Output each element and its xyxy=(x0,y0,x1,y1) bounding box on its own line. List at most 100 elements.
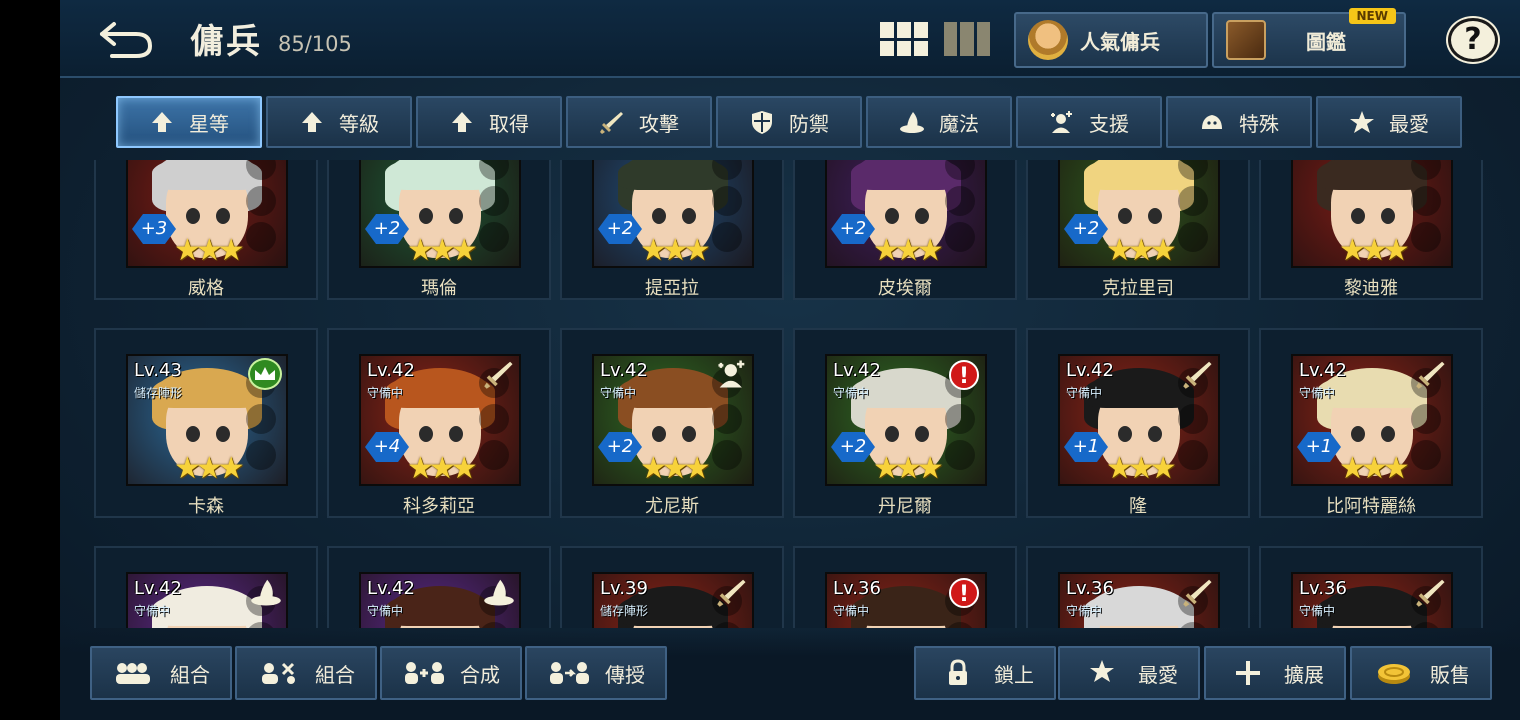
level-label: Lv.42 xyxy=(833,360,881,381)
mercenary-card[interactable]: Lv.43 儲存陣形 ★★★ 卡森 xyxy=(94,328,318,518)
sort-tab-3[interactable]: 攻擊 xyxy=(566,96,712,148)
sort-tab-6[interactable]: 支援 xyxy=(1016,96,1162,148)
mercenary-portrait: Lv.42 守備中 +2 ★★★ xyxy=(592,354,754,486)
mercenary-name: 科多莉亞 xyxy=(403,496,475,517)
portrait-eye xyxy=(915,426,929,442)
mercenary-portrait: Lv.36 守備中! xyxy=(825,572,987,628)
mercenary-card[interactable]: Lv.39 儲存陣形 xyxy=(560,546,784,628)
equipment-slots xyxy=(1411,160,1447,258)
mercenary-name: 克拉里司 xyxy=(1102,278,1174,299)
star-rating: ★★★ xyxy=(873,451,944,486)
sword-icon xyxy=(717,579,746,607)
bottom-button-label: 鎖上 xyxy=(994,662,1034,687)
portrait-eye xyxy=(652,426,666,442)
portrait-eye xyxy=(915,208,929,224)
sort-tab-0[interactable]: 星等 xyxy=(116,96,262,148)
help-button[interactable]: ? xyxy=(1448,18,1498,62)
mercenary-card[interactable]: ★★★ 黎迪雅 xyxy=(1259,160,1483,300)
status-label: 守備中 xyxy=(1299,386,1336,400)
sword-icon xyxy=(1183,579,1212,607)
sort-tab-label: 等級 xyxy=(339,111,379,136)
portrait-eye xyxy=(419,426,433,442)
sort-tab-label: 最愛 xyxy=(1389,111,1429,136)
mercenary-card[interactable]: Lv.42 守備中 xyxy=(94,546,318,628)
mercenary-card[interactable]: +2 ★★★ 克拉里司 xyxy=(1026,160,1250,300)
wizard-hat-icon xyxy=(251,579,281,606)
mercenary-card[interactable]: +2 ★★★ 瑪倫 xyxy=(327,160,551,300)
status-label: 守備中 xyxy=(833,604,870,618)
bottom-button-label: 組合 xyxy=(170,662,210,687)
level-label: Lv.42 xyxy=(600,360,648,381)
sort-tab-label: 防禦 xyxy=(789,111,829,136)
mercenary-card[interactable]: Lv.42 守備中 +1 ★★★ 隆 xyxy=(1026,328,1250,518)
bottom-button-transfer[interactable]: 傳授 xyxy=(525,646,667,700)
sort-tab-7[interactable]: 特殊 xyxy=(1166,96,1312,148)
mercenary-name: 尤尼斯 xyxy=(645,496,699,517)
level-label: Lv.42 xyxy=(134,578,182,599)
mercenary-card[interactable]: Lv.42 守備中 +2 ★★★ 尤尼斯 xyxy=(560,328,784,518)
bottom-button-fuse[interactable]: 合成 xyxy=(380,646,522,700)
mercenary-card[interactable]: Lv.36 守備中 xyxy=(1026,546,1250,628)
level-label: Lv.42 xyxy=(367,360,415,381)
mercenary-card[interactable]: Lv.42 守備中 +2 ★★★! 丹尼爾 xyxy=(793,328,1017,518)
support-icon xyxy=(718,360,745,388)
mercenary-name: 威格 xyxy=(188,278,224,299)
popular-mercenary-button[interactable]: 人氣傭兵 xyxy=(1014,12,1208,68)
sort-tab-4[interactable]: 防禦 xyxy=(716,96,862,148)
sword-icon xyxy=(1416,361,1445,389)
mercenary-grid-viewport[interactable]: +3 ★★★ 威格 +2 ★★★ 瑪倫 +2 ★★★ 提亞拉 +2 ★★★ 皮埃爾 +2 ★★★ 克拉里司 ★… xyxy=(94,160,1494,628)
mercenary-card[interactable]: Lv.36 守備中 xyxy=(1259,546,1483,628)
codex-button[interactable]: 圖鑑 NEW xyxy=(1212,8,1406,68)
bottom-button-plus[interactable]: 擴展 xyxy=(1204,646,1346,700)
star-rating: ★★★ xyxy=(873,233,944,268)
star-rating: ★★★ xyxy=(640,233,711,268)
mercenary-card[interactable]: Lv.42 守備中 +4 ★★★ 科多莉亞 xyxy=(327,328,551,518)
bottom-button-star[interactable]: 最愛 xyxy=(1058,646,1200,700)
arrow-up-icon xyxy=(302,112,322,132)
status-label: 守備中 xyxy=(367,386,404,400)
mercenary-card[interactable]: Lv.36 守備中! xyxy=(793,546,1017,628)
back-arrow-icon xyxy=(100,22,153,58)
bottom-button-team[interactable]: 組合 xyxy=(90,646,232,700)
star-rating: ★★★ xyxy=(640,451,711,486)
portrait-eye xyxy=(1381,426,1395,442)
alert-icon: ! xyxy=(949,360,979,390)
star-rating: ★★★ xyxy=(174,233,245,268)
sort-tab-8[interactable]: 最愛 xyxy=(1316,96,1462,148)
star-rating: ★★★ xyxy=(407,233,478,268)
transfer-icon xyxy=(550,662,589,684)
mercenary-card[interactable]: Lv.42 守備中 xyxy=(327,546,551,628)
portrait-eye xyxy=(1148,426,1162,442)
portrait-eye xyxy=(419,208,433,224)
equipment-slots xyxy=(712,160,748,258)
sort-tab-1[interactable]: 等級 xyxy=(266,96,412,148)
mercenary-portrait: Lv.42 守備中 +2 ★★★! xyxy=(825,354,987,486)
grid-view-toggle[interactable] xyxy=(880,22,928,56)
mercenary-card[interactable]: +2 ★★★ 提亞拉 xyxy=(560,160,784,300)
bottom-button-gold-coin[interactable]: 販售 xyxy=(1350,646,1492,700)
level-label: Lv.42 xyxy=(1066,360,1114,381)
equipment-slots xyxy=(246,160,282,258)
bottom-button-label: 擴展 xyxy=(1284,662,1324,687)
bottom-button-label: 組合 xyxy=(315,662,355,687)
level-label: Lv.36 xyxy=(1066,578,1114,599)
mercenary-portrait: Lv.42 守備中 xyxy=(359,572,521,628)
portrait-eye xyxy=(885,208,899,224)
list-view-toggle[interactable] xyxy=(944,22,990,56)
portrait-eye xyxy=(885,426,899,442)
bottom-button-lock[interactable]: 鎖上 xyxy=(914,646,1056,700)
mercenary-card[interactable]: +2 ★★★ 皮埃爾 xyxy=(793,160,1017,300)
back-button[interactable] xyxy=(96,16,156,60)
level-label: Lv.39 xyxy=(600,578,648,599)
arrow-up-icon xyxy=(452,112,472,132)
bottom-button-label: 販售 xyxy=(1430,662,1470,687)
mercenary-card[interactable]: +3 ★★★ 威格 xyxy=(94,160,318,300)
sort-tab-2[interactable]: 取得 xyxy=(416,96,562,148)
mercenary-portrait: +2 ★★★ xyxy=(359,160,521,268)
mercenary-card[interactable]: Lv.42 守備中 +1 ★★★ 比阿特麗絲 xyxy=(1259,328,1483,518)
mercenary-name: 丹尼爾 xyxy=(878,496,932,517)
bottom-button-team-swap[interactable]: 組合 xyxy=(235,646,377,700)
star-rating: ★★★ xyxy=(1106,233,1177,268)
sort-tab-5[interactable]: 魔法 xyxy=(866,96,1012,148)
mercenary-portrait: +2 ★★★ xyxy=(825,160,987,268)
